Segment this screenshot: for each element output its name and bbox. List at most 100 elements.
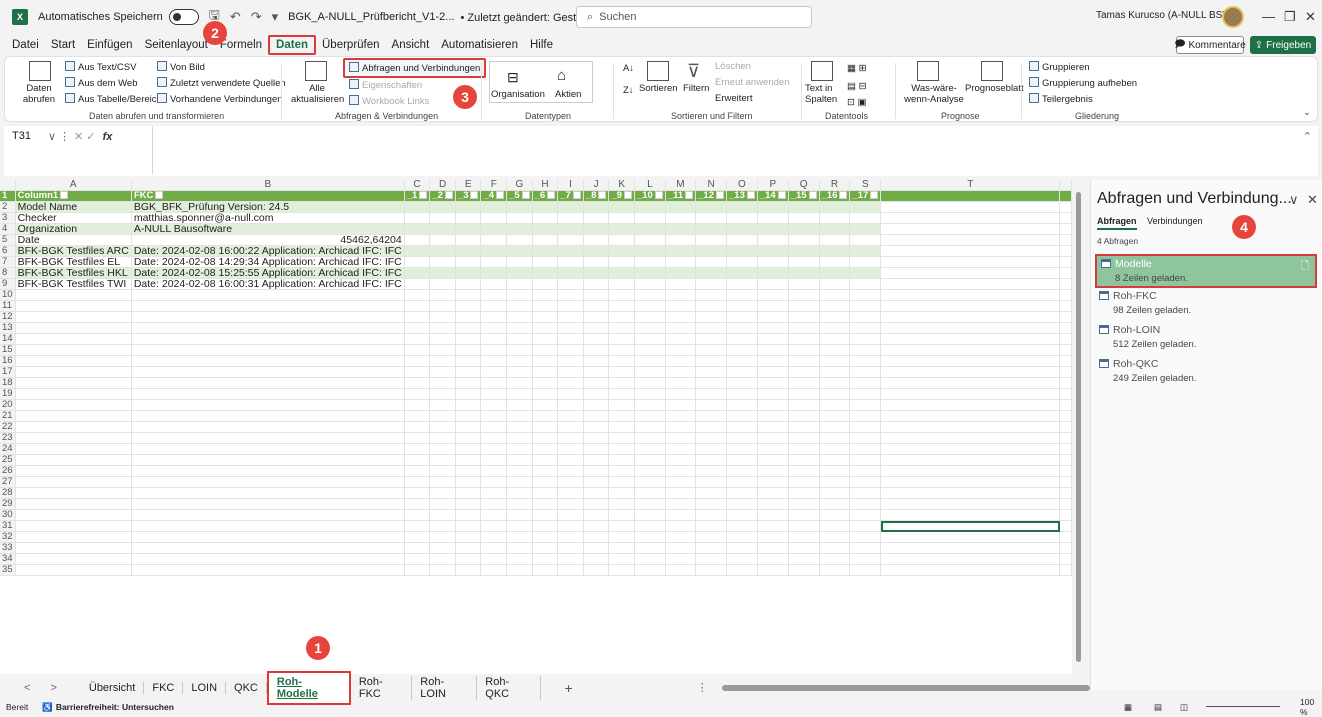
table-cell[interactable]: [757, 311, 789, 324]
table-cell[interactable]: [695, 520, 727, 533]
table-cell[interactable]: [788, 234, 820, 247]
table-cell[interactable]: [788, 311, 820, 324]
pane-close-icon[interactable]: ✕: [1307, 192, 1318, 208]
table-cell[interactable]: [506, 311, 533, 324]
table-cell[interactable]: [404, 553, 431, 566]
table-cell[interactable]: [455, 498, 482, 511]
pane-options-icon[interactable]: ∨: [1289, 192, 1299, 208]
table-cell[interactable]: [757, 399, 789, 412]
table-cell[interactable]: [695, 487, 727, 500]
table-cell[interactable]: [880, 542, 1061, 555]
table-cell[interactable]: [480, 476, 508, 489]
table-cell[interactable]: [506, 234, 533, 247]
expand-formula-icon[interactable]: ⌃: [1303, 130, 1312, 143]
table-cell[interactable]: [506, 256, 533, 269]
table-cell[interactable]: [532, 278, 559, 291]
table-cell[interactable]: [608, 531, 635, 544]
table-cell[interactable]: [757, 553, 789, 566]
filter-dropdown-icon[interactable]: [746, 191, 755, 200]
table-cell[interactable]: [1059, 553, 1072, 566]
table-cell[interactable]: [131, 553, 405, 566]
table-cell[interactable]: [429, 333, 456, 346]
table-cell[interactable]: BFK-BGK Testfiles EL: [15, 256, 132, 269]
table-cell[interactable]: [849, 443, 882, 456]
table-cell[interactable]: [583, 443, 610, 456]
table-cell[interactable]: [665, 520, 697, 533]
table-cell[interactable]: [880, 267, 1061, 280]
table-cell[interactable]: [695, 366, 727, 379]
table-cell[interactable]: [583, 322, 610, 335]
table-cell[interactable]: [131, 498, 405, 511]
table-cell[interactable]: [557, 201, 584, 214]
table-cell[interactable]: [532, 256, 559, 269]
table-cell[interactable]: [455, 245, 482, 258]
table-cell[interactable]: [665, 201, 697, 214]
table-cell[interactable]: [849, 564, 882, 577]
table-cell[interactable]: [665, 344, 697, 357]
table-cell[interactable]: _15: [788, 190, 820, 203]
table-cell[interactable]: [880, 322, 1061, 335]
table-cell[interactable]: [131, 355, 405, 368]
filter-dropdown-icon[interactable]: [60, 191, 69, 200]
table-cell[interactable]: [506, 443, 533, 456]
table-cell[interactable]: [695, 564, 727, 577]
table-cell[interactable]: [634, 267, 666, 280]
table-cell[interactable]: [880, 432, 1061, 445]
table-cell[interactable]: [880, 311, 1061, 324]
table-cell[interactable]: [506, 366, 533, 379]
table-cell[interactable]: _4: [480, 190, 508, 203]
table-cell[interactable]: [455, 476, 482, 489]
table-cell[interactable]: _3: [455, 190, 482, 203]
table-cell[interactable]: [506, 388, 533, 401]
table-cell[interactable]: [404, 311, 431, 324]
table-cell[interactable]: [480, 542, 508, 555]
table-cell[interactable]: [1059, 366, 1072, 379]
table-cell[interactable]: [557, 432, 584, 445]
table-cell[interactable]: [726, 223, 758, 236]
table-cell[interactable]: [665, 509, 697, 522]
table-cell[interactable]: BFK-BGK Testfiles HKL: [15, 267, 132, 280]
table-cell[interactable]: [480, 289, 508, 302]
table-cell[interactable]: [788, 487, 820, 500]
table-cell[interactable]: [583, 223, 610, 236]
table-cell[interactable]: [665, 465, 697, 478]
table-cell[interactable]: [608, 377, 635, 390]
table-cell[interactable]: [880, 190, 1061, 203]
table-cell[interactable]: [608, 366, 635, 379]
table-cell[interactable]: [608, 487, 635, 500]
table-cell[interactable]: [583, 454, 610, 467]
table-cell[interactable]: [131, 564, 405, 577]
table-cell[interactable]: [757, 366, 789, 379]
table-cell[interactable]: [429, 509, 456, 522]
table-cell[interactable]: [757, 498, 789, 511]
table-cell[interactable]: [819, 212, 851, 225]
row-header[interactable]: 10: [0, 289, 16, 302]
sort-az-icon[interactable]: A↓: [623, 63, 634, 74]
table-cell[interactable]: [849, 300, 882, 313]
table-cell[interactable]: [429, 476, 456, 489]
table-cell[interactable]: [726, 421, 758, 434]
normal-view-icon[interactable]: ▦: [1124, 702, 1132, 713]
table-cell[interactable]: [506, 410, 533, 423]
column-header[interactable]: E: [455, 180, 482, 192]
table-cell[interactable]: [695, 553, 727, 566]
table-cell[interactable]: [757, 520, 789, 533]
table-cell[interactable]: [557, 487, 584, 500]
table-cell[interactable]: [695, 245, 727, 258]
table-cell[interactable]: [15, 377, 132, 390]
table-cell[interactable]: [665, 476, 697, 489]
table-cell[interactable]: [131, 322, 405, 335]
table-cell[interactable]: [849, 377, 882, 390]
table-cell[interactable]: [695, 498, 727, 511]
table-cell[interactable]: [404, 278, 431, 291]
workbook-links-button[interactable]: Workbook Links: [349, 95, 429, 107]
table-cell[interactable]: [532, 212, 559, 225]
table-cell[interactable]: [455, 256, 482, 269]
column-header[interactable]: S: [849, 180, 882, 192]
table-cell[interactable]: [849, 465, 882, 478]
table-cell[interactable]: [849, 432, 882, 445]
table-cell[interactable]: [131, 300, 405, 313]
table-cell[interactable]: [480, 388, 508, 401]
table-cell[interactable]: [819, 520, 851, 533]
table-cell[interactable]: [608, 399, 635, 412]
